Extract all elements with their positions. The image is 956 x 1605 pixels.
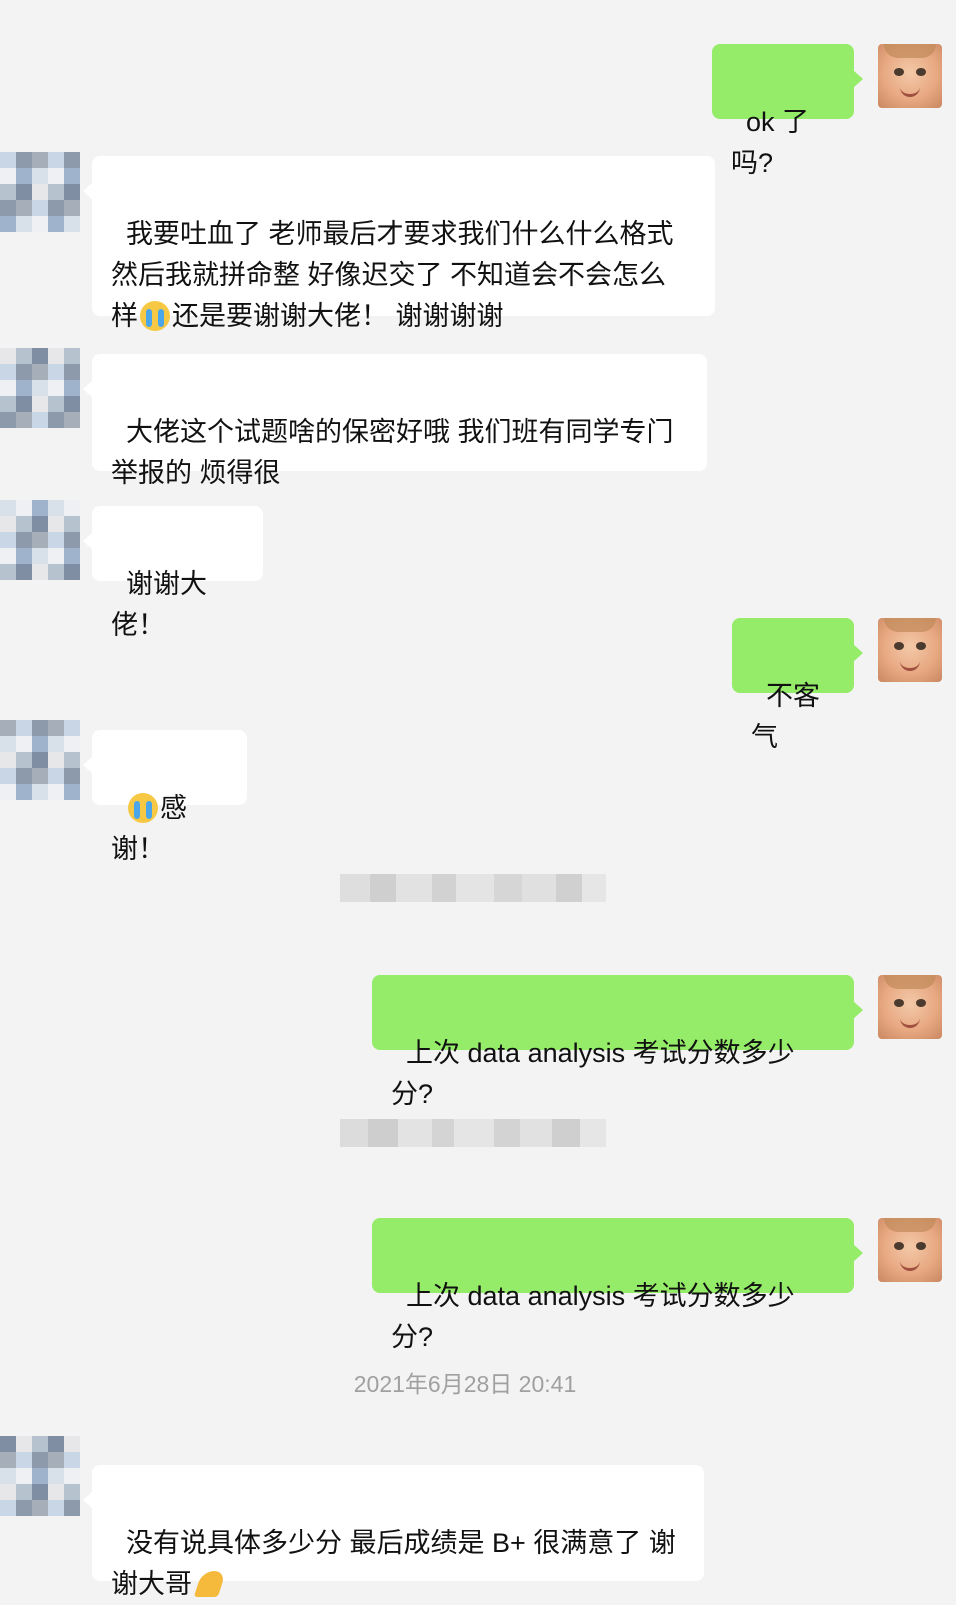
outgoing-message-bubble[interactable]: 不客气 [732,618,863,752]
incoming-message-bubble[interactable]: 大佬这个试题啥的保密好哦 我们班有同学专门 举报的 烦得很 [83,354,707,488]
incoming-message-bubble[interactable]: 谢谢大佬！ [83,506,263,640]
blurred-system-notice [340,1119,606,1147]
message-text: 谢谢大佬！ [111,569,208,640]
contact-avatar-blurred[interactable] [0,500,80,580]
folded-hands-icon [194,1569,228,1599]
message-text: 不客气 [751,681,821,752]
outgoing-message-bubble[interactable]: 上次 data analysis 考试分数多少分? [372,1218,863,1352]
outgoing-message-bubble[interactable]: 上次 data analysis 考试分数多少分? [372,975,863,1109]
message-text: 大佬这个试题啥的保密好哦 我们班有同学专门 举报的 烦得很 [111,417,674,488]
incoming-message-bubble[interactable]: 没有说具体多少分 最后成绩是 B+ 很满意了 谢 谢大哥 [83,1465,704,1599]
message-text: 还是要谢谢大佬！ 谢谢谢谢 [172,301,504,331]
contact-avatar-blurred[interactable] [0,348,80,428]
blurred-system-notice [340,874,606,902]
my-avatar[interactable] [878,44,942,108]
outgoing-message-bubble[interactable]: ok 了吗? [712,44,863,178]
my-avatar[interactable] [878,975,942,1039]
message-text: 上次 data analysis 考试分数多少分? [391,1281,795,1352]
loudly-crying-face-icon [128,793,159,823]
incoming-message-bubble[interactable]: 我要吐血了 老师最后才要求我们什么什么格式 然后我就拼命整 好像迟交了 不知道会… [83,156,715,331]
contact-avatar-blurred[interactable] [0,152,80,232]
timestamp: 2021年6月28日 20:41 [353,1371,577,1397]
my-avatar[interactable] [878,618,942,682]
incoming-message-bubble[interactable]: 感谢！ [83,730,247,864]
message-text: ok 了吗? [731,107,810,178]
loudly-crying-face-icon [140,301,170,331]
contact-avatar-blurred[interactable] [0,1436,80,1516]
message-text: 上次 data analysis 考试分数多少分? [391,1038,795,1109]
contact-avatar-blurred[interactable] [0,720,80,800]
my-avatar[interactable] [878,1218,942,1282]
